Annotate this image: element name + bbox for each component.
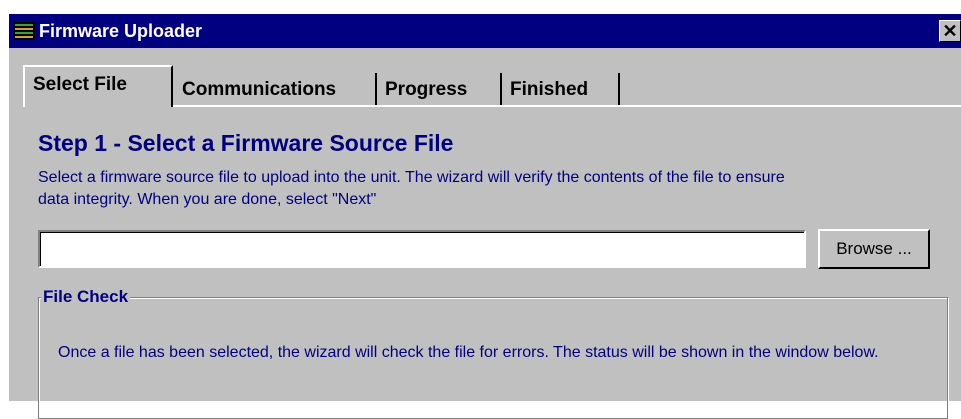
tab-label: Progress: [385, 79, 468, 100]
close-icon: ✕: [942, 21, 958, 41]
step-title: Step 1 - Select a Firmware Source File: [38, 130, 454, 156]
firmware-uploader-window: Firmware Uploader ✕ Select File Communic…: [9, 14, 961, 419]
tab-label: Select File: [33, 74, 127, 95]
firmware-app-icon: [13, 22, 35, 40]
tab-select-file[interactable]: Select File: [23, 65, 173, 107]
step-description: Select a firmware source file to upload …: [38, 169, 785, 208]
close-button[interactable]: ✕: [939, 20, 961, 42]
tab-finished[interactable]: Finished: [502, 73, 620, 107]
tab-label: Finished: [510, 79, 589, 100]
tab-strip: Select File Communications Progress Fini…: [23, 65, 643, 107]
file-check-description: Once a file has been selected, the wizar…: [58, 344, 879, 361]
title-bar[interactable]: Firmware Uploader ✕: [9, 14, 961, 48]
firmware-file-path-input[interactable]: [38, 230, 806, 268]
browse-button[interactable]: Browse ...: [818, 229, 930, 269]
tab-progress[interactable]: Progress: [377, 73, 502, 107]
tab-label: Communications: [182, 79, 337, 100]
window-title: Firmware Uploader: [39, 21, 203, 41]
tab-communications[interactable]: Communications: [174, 73, 377, 107]
file-check-legend: File Check: [41, 286, 131, 308]
